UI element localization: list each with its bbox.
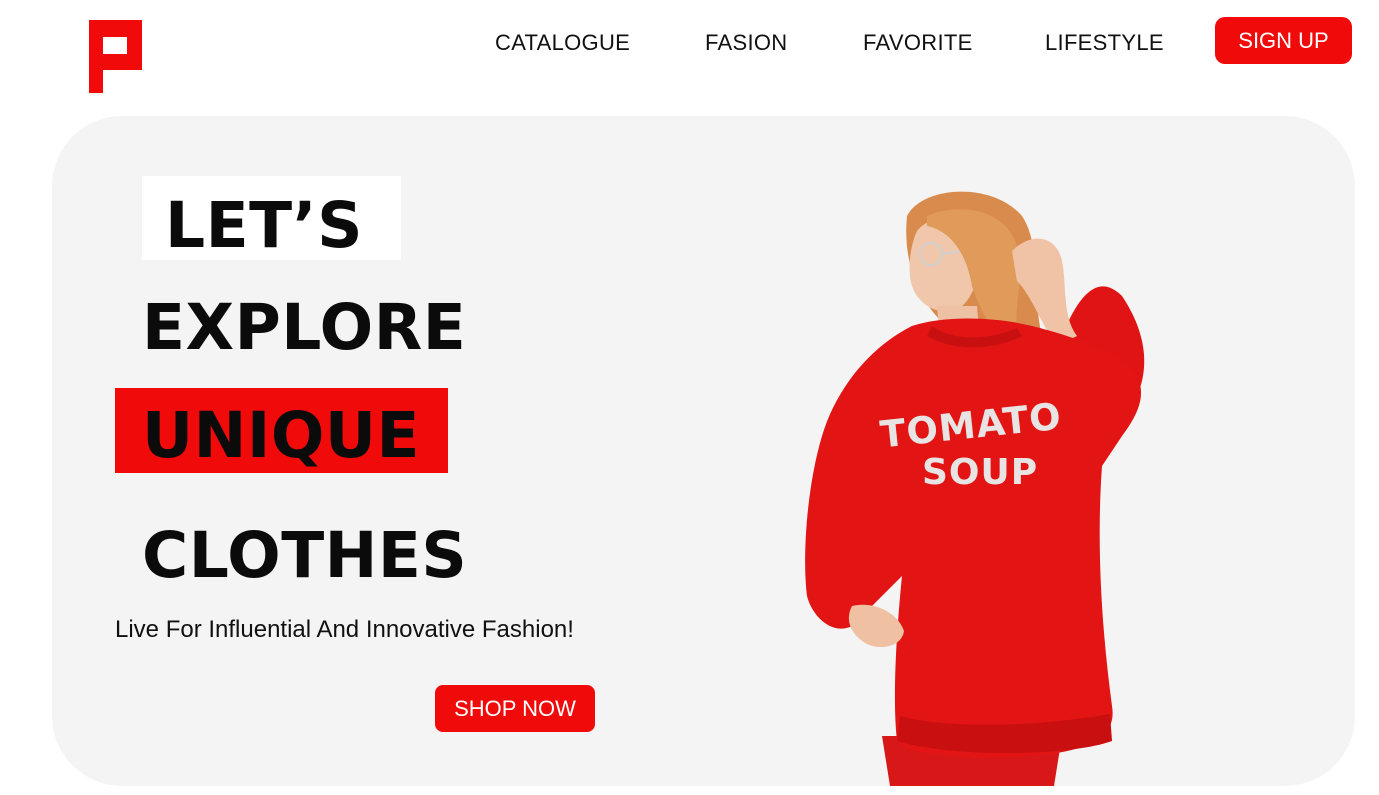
hero-banner: LET’S EXPLORE UNIQUE CLOTHES Live For In… [52,116,1355,786]
headline-line-4: CLOTHES [142,519,468,592]
model-photo: TOMATO SOUP [732,176,1192,786]
nav-item-fasion[interactable]: FASION [705,30,788,56]
hero-tagline: Live For Influential And Innovative Fash… [115,616,574,643]
nav-item-favorite[interactable]: FAVORITE [863,30,973,56]
brand-logo-icon[interactable] [89,20,142,93]
nav-item-catalogue[interactable]: CATALOGUE [495,30,630,56]
shirt-print-line-2: SOUP [922,452,1039,493]
shop-now-button[interactable]: SHOP NOW [435,685,595,732]
headline-line-1: LET’S [165,189,363,262]
headline-line-3: UNIQUE [142,399,421,472]
sign-up-button[interactable]: SIGN UP [1215,17,1352,64]
nav-item-lifestyle[interactable]: LIFESTYLE [1045,30,1164,56]
headline-line-2: EXPLORE [142,291,467,364]
